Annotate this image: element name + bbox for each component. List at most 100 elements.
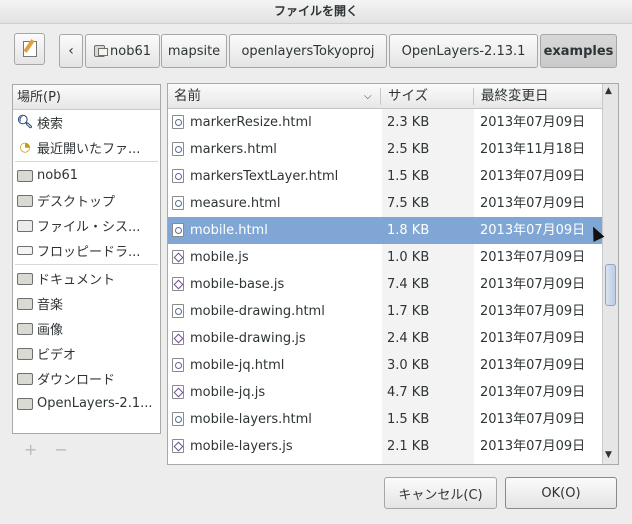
javascript-file-icon [172,277,184,291]
music-folder-icon [17,297,33,310]
file-name: markerResize.html [190,115,312,130]
html-file-icon [172,115,184,129]
breadcrumb-openlayerstokyoproj[interactable]: openlayersTokyoproj [229,34,387,68]
place-documents[interactable]: ドキュメント [13,266,160,291]
file-row[interactable]: mobile-drawing.js 2.4 KB 2013年07月09日 [168,325,602,352]
html-file-icon [172,223,184,237]
filesystem-icon [17,219,33,232]
file-date: 2013年07月09日 [480,169,586,184]
places-header[interactable]: 場所(P) [13,85,160,110]
html-file-icon [172,358,184,372]
breadcrumb-mapsite[interactable]: mapsite [161,34,227,68]
file-date: 2013年07月09日 [480,250,586,265]
column-name-header[interactable]: 名前 [174,84,201,109]
place-label: フロッピードラ... [37,245,141,260]
place-floppy[interactable]: フロッピードラ... [13,238,160,263]
place-video[interactable]: ビデオ [13,341,160,366]
file-row[interactable]: mobile-jq.html 3.0 KB 2013年07月09日 [168,352,602,379]
place-music[interactable]: 音楽 [13,291,160,316]
file-size: 4.7 KB [387,385,430,400]
breadcrumb-label: openlayersTokyoproj [241,43,375,59]
file-row[interactable]: mobile-layers.html 1.5 KB 2013年07月09日 [168,406,602,433]
file-row[interactable]: markersTextLayer.html 1.5 KB 2013年07月09日 [168,163,602,190]
place-home[interactable]: nob61 [13,163,160,188]
file-name: mobile-base.js [190,277,285,292]
file-name: mobile-jq.html [190,358,285,373]
file-date: 2013年07月09日 [480,277,586,292]
breadcrumb-openlayers-2-13-1[interactable]: OpenLayers-2.13.1 [389,34,538,68]
place-label: 検索 [37,117,64,132]
edit-location-button[interactable] [14,33,45,65]
scroll-up-icon[interactable]: ▲ [605,86,612,96]
place-label: nob61 [37,168,78,183]
place-label: 音楽 [37,298,64,313]
place-search[interactable]: 🔍︎ 検索 [13,110,160,135]
pencil-icon [22,39,37,57]
place-recent[interactable]: ◔ 最近開いたファ... [13,135,160,160]
html-file-icon [172,142,184,156]
column-modified-header[interactable]: 最終変更日 [481,84,549,109]
file-row[interactable]: mobile-layers.js 2.1 KB 2013年07月09日 [168,433,602,460]
scroll-down-icon[interactable]: ▼ [605,450,612,460]
file-row[interactable]: mobile.html 1.8 KB 2013年07月09日 [168,217,602,244]
file-name: mobile-layers.js [190,439,293,454]
recent-icon: ◔ [19,140,31,155]
remove-place-button[interactable]: − [55,440,68,459]
file-list-scrollbar[interactable]: ▲ ▼ [602,84,618,464]
javascript-file-icon [172,385,184,399]
javascript-file-icon [172,439,184,453]
javascript-file-icon [172,331,184,345]
file-size: 1.5 KB [387,169,430,184]
file-row[interactable]: mobile-jq.js 4.7 KB 2013年07月09日 [168,379,602,406]
file-size: 1.5 KB [387,412,430,427]
scrollbar-thumb[interactable] [605,264,616,306]
file-row-partial[interactable] [168,460,602,464]
place-label: ドキュメント [37,273,116,288]
file-name: markersTextLayer.html [190,169,339,184]
cancel-button[interactable]: キャンセル(C) [384,477,497,509]
column-divider [473,88,474,105]
breadcrumb-label: mapsite [167,43,221,59]
place-downloads[interactable]: ダウンロード [13,366,160,391]
back-button[interactable]: ‹ [59,34,83,68]
place-label: OpenLayers-2.1... [37,396,153,411]
folder-icon [17,397,33,410]
file-size: 1.0 KB [387,250,430,265]
html-file-icon [172,169,184,183]
file-date: 2013年07月09日 [480,223,586,238]
breadcrumb-examples[interactable]: examples [540,34,617,68]
file-list: 名前 ⌵ サイズ 最終変更日 markerResize.html 2.3 KB 20… [167,83,619,465]
place-desktop[interactable]: デスクトップ [13,188,160,213]
file-row[interactable]: markers.html 2.5 KB 2013年11月18日 [168,136,602,163]
file-name: mobile.html [190,223,268,238]
column-size-header[interactable]: サイズ [388,84,428,109]
place-pictures[interactable]: 画像 [13,316,160,341]
place-openlayers[interactable]: OpenLayers-2.1... [13,391,160,416]
file-row[interactable]: mobile-base.js 7.4 KB 2013年07月09日 [168,271,602,298]
floppy-icon [17,246,33,255]
file-size: 7.5 KB [387,196,430,211]
place-filesystem[interactable]: ファイル・シス... [13,213,160,238]
file-row[interactable]: mobile-drawing.html 1.7 KB 2013年07月09日 [168,298,602,325]
file-row[interactable]: measure.html 7.5 KB 2013年07月09日 [168,190,602,217]
file-size: 2.3 KB [387,115,430,130]
file-row[interactable]: markerResize.html 2.3 KB 2013年07月09日 [168,109,602,136]
divider [15,264,158,265]
home-folder-icon [17,169,33,182]
desktop-folder-icon [17,194,33,207]
breadcrumb-nob61[interactable]: nob61 [85,34,160,68]
html-file-icon [172,196,184,210]
sort-descending-icon[interactable]: ⌵ [364,84,372,109]
ok-button[interactable]: OK(O) [505,477,617,509]
downloads-folder-icon [17,372,33,385]
add-place-button[interactable]: + [24,440,37,459]
place-label: ビデオ [37,348,77,363]
html-file-icon [172,412,184,426]
file-row[interactable]: mobile.js 1.0 KB 2013年07月09日 [168,244,602,271]
file-date: 2013年07月09日 [480,412,586,427]
file-name: mobile-jq.js [190,385,266,400]
file-size: 3.0 KB [387,358,430,373]
place-label: ダウンロード [37,373,116,388]
file-name: mobile-drawing.html [190,304,325,319]
html-file-icon [172,304,184,318]
